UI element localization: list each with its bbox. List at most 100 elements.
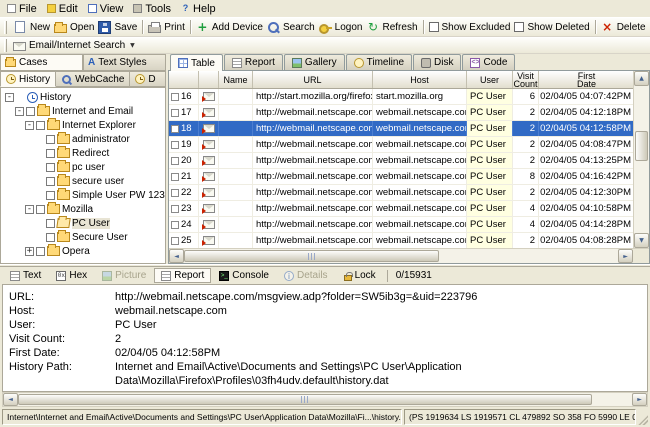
save-button[interactable]: Save <box>96 19 139 36</box>
tree-expander[interactable] <box>35 163 44 172</box>
tab-hex[interactable]: 0x Hex <box>49 268 94 283</box>
scroll-up-arrow[interactable]: ▲ <box>634 71 649 86</box>
table-row[interactable]: 19 http://webmail.netscape.com/msg webma… <box>169 137 633 153</box>
tree-checkbox[interactable] <box>46 190 55 200</box>
header-first-date[interactable]: First Date <box>539 71 635 88</box>
search-button[interactable]: Search <box>265 19 317 36</box>
subtab-history[interactable]: History <box>0 71 57 87</box>
tab-text-styles[interactable]: A Text Styles <box>83 54 166 71</box>
tree-checkbox[interactable] <box>26 106 35 116</box>
menu-view[interactable]: View <box>84 2 130 16</box>
tab-report[interactable]: Report <box>223 54 283 70</box>
header-row-number[interactable] <box>169 71 199 88</box>
tree-node[interactable]: Simple User PW 123 <box>3 188 165 202</box>
header-name[interactable]: Name <box>219 71 253 88</box>
show-deleted-checkbox[interactable] <box>514 22 525 32</box>
tree-expander[interactable]: - <box>5 92 14 102</box>
row-checkbox[interactable] <box>171 236 179 245</box>
detail-scroll-right-arrow[interactable]: ► <box>632 393 647 406</box>
grid-horizontal-scrollbar[interactable]: ◄ ► <box>169 249 633 263</box>
tab-lock[interactable]: Lock <box>336 268 383 283</box>
table-row[interactable]: 23 http://webmail.netscape.com/ms webmai… <box>169 201 633 217</box>
table-row[interactable]: 18 http://webmail.netscape.com/msgview.a… <box>169 121 633 137</box>
row-checkbox[interactable] <box>171 156 179 165</box>
tab-gallery[interactable]: Gallery <box>283 54 345 70</box>
tree-node[interactable]: pc user <box>3 160 165 174</box>
header-visit-count[interactable]: Visit Count <box>513 71 539 88</box>
table-row[interactable]: 21 http://webmail.netscape.com/con webma… <box>169 169 633 185</box>
row-checkbox[interactable] <box>171 220 179 229</box>
menu-tools[interactable]: Tools <box>129 2 177 16</box>
tree-node[interactable]: - Internet and Email <box>3 104 165 118</box>
menu-edit[interactable]: Edit <box>43 2 84 16</box>
tree-node[interactable]: PC User <box>3 216 165 230</box>
delete-button[interactable]: × Delete <box>599 19 648 36</box>
header-url[interactable]: URL <box>253 71 373 88</box>
logon-button[interactable]: Logon <box>317 19 365 36</box>
show-excluded-checkbox[interactable] <box>428 22 439 32</box>
tab-table[interactable]: Table <box>170 54 223 71</box>
tree-node[interactable]: administrator <box>3 132 165 146</box>
tree-checkbox[interactable] <box>46 176 55 186</box>
tree-node[interactable]: - Mozilla <box>3 202 165 216</box>
tree-node[interactable]: Redirect <box>3 146 165 160</box>
tree-node[interactable]: secure user <box>3 174 165 188</box>
subtab-clipped[interactable]: D <box>130 71 166 87</box>
tree-checkbox[interactable] <box>36 120 45 130</box>
table-row[interactable]: 20 http://webmail.netscape.com/com webma… <box>169 153 633 169</box>
tree-expander[interactable] <box>35 135 44 144</box>
tree-checkbox[interactable] <box>36 246 45 256</box>
row-checkbox[interactable] <box>171 188 179 197</box>
tab-text[interactable]: Text <box>3 268 48 283</box>
tab-disk[interactable]: Disk <box>413 54 462 70</box>
tree-expander[interactable] <box>35 233 44 242</box>
tree-node[interactable]: + Opera <box>3 244 165 258</box>
table-row[interactable]: 17 http://webmail.netscape.com/_cq webma… <box>169 105 633 121</box>
scroll-right-arrow[interactable]: ► <box>618 249 633 263</box>
tree-checkbox[interactable] <box>46 232 55 242</box>
row-checkbox[interactable] <box>171 204 179 213</box>
new-button[interactable]: New <box>11 19 52 35</box>
scroll-down-arrow[interactable]: ▼ <box>634 233 649 248</box>
detail-scroll-thumb[interactable] <box>18 394 592 405</box>
tree-checkbox[interactable] <box>46 148 55 158</box>
toolbar-grip[interactable] <box>4 20 7 34</box>
row-checkbox[interactable] <box>171 92 179 101</box>
tree-expander[interactable]: - <box>25 120 34 130</box>
tree-checkbox[interactable] <box>36 204 45 214</box>
header-host[interactable]: Host <box>373 71 467 88</box>
detail-scroll-left-arrow[interactable]: ◄ <box>3 393 18 406</box>
scroll-left-arrow[interactable]: ◄ <box>169 249 184 263</box>
tab-code[interactable]: <> Code <box>462 54 516 70</box>
tab-picture[interactable]: Picture <box>95 268 153 283</box>
tab-report-bottom[interactable]: Report <box>154 268 212 283</box>
grid-vertical-scrollbar[interactable]: ▲ ▼ <box>633 71 649 248</box>
tree-node[interactable]: - Internet Explorer <box>3 118 165 132</box>
resize-grip[interactable] <box>637 414 648 425</box>
open-button[interactable]: Open <box>52 19 96 35</box>
row-checkbox[interactable] <box>171 108 179 117</box>
header-icon-column[interactable] <box>199 71 219 88</box>
tree-expander[interactable]: + <box>25 246 34 256</box>
tree-node[interactable]: Secure User <box>3 230 165 244</box>
tree-checkbox[interactable] <box>46 162 55 172</box>
print-button[interactable]: Print <box>146 19 187 35</box>
refresh-button[interactable]: ↻ Refresh <box>364 19 419 36</box>
table-row[interactable]: 22 http://webmail.netscape.com/msg webma… <box>169 185 633 201</box>
menu-help[interactable]: ? Help <box>177 2 222 16</box>
subtab-webcache[interactable]: WebCache <box>56 71 131 87</box>
row-checkbox[interactable] <box>171 140 179 149</box>
table-row[interactable]: 16 http://start.mozilla.org/firefox?cl s… <box>169 89 633 105</box>
tree-node[interactable]: - History <box>3 90 165 104</box>
tree-expander[interactable] <box>35 191 44 200</box>
vertical-scroll-thumb[interactable] <box>635 131 648 161</box>
tree-expander[interactable]: - <box>25 204 34 214</box>
table-row[interactable]: 24 http://webmail.netscape.com/ms webmai… <box>169 217 633 233</box>
show-deleted-toggle[interactable]: Show Deleted <box>512 20 591 35</box>
row-checkbox[interactable] <box>171 124 179 133</box>
tree-expander[interactable] <box>35 149 44 158</box>
tab-cases[interactable]: Cases <box>0 54 83 71</box>
tree-expander[interactable]: - <box>15 106 24 116</box>
email-internet-search-button[interactable]: Email/Internet Search ▼ <box>11 38 137 53</box>
add-device-button[interactable]: + Add Device <box>194 19 265 36</box>
